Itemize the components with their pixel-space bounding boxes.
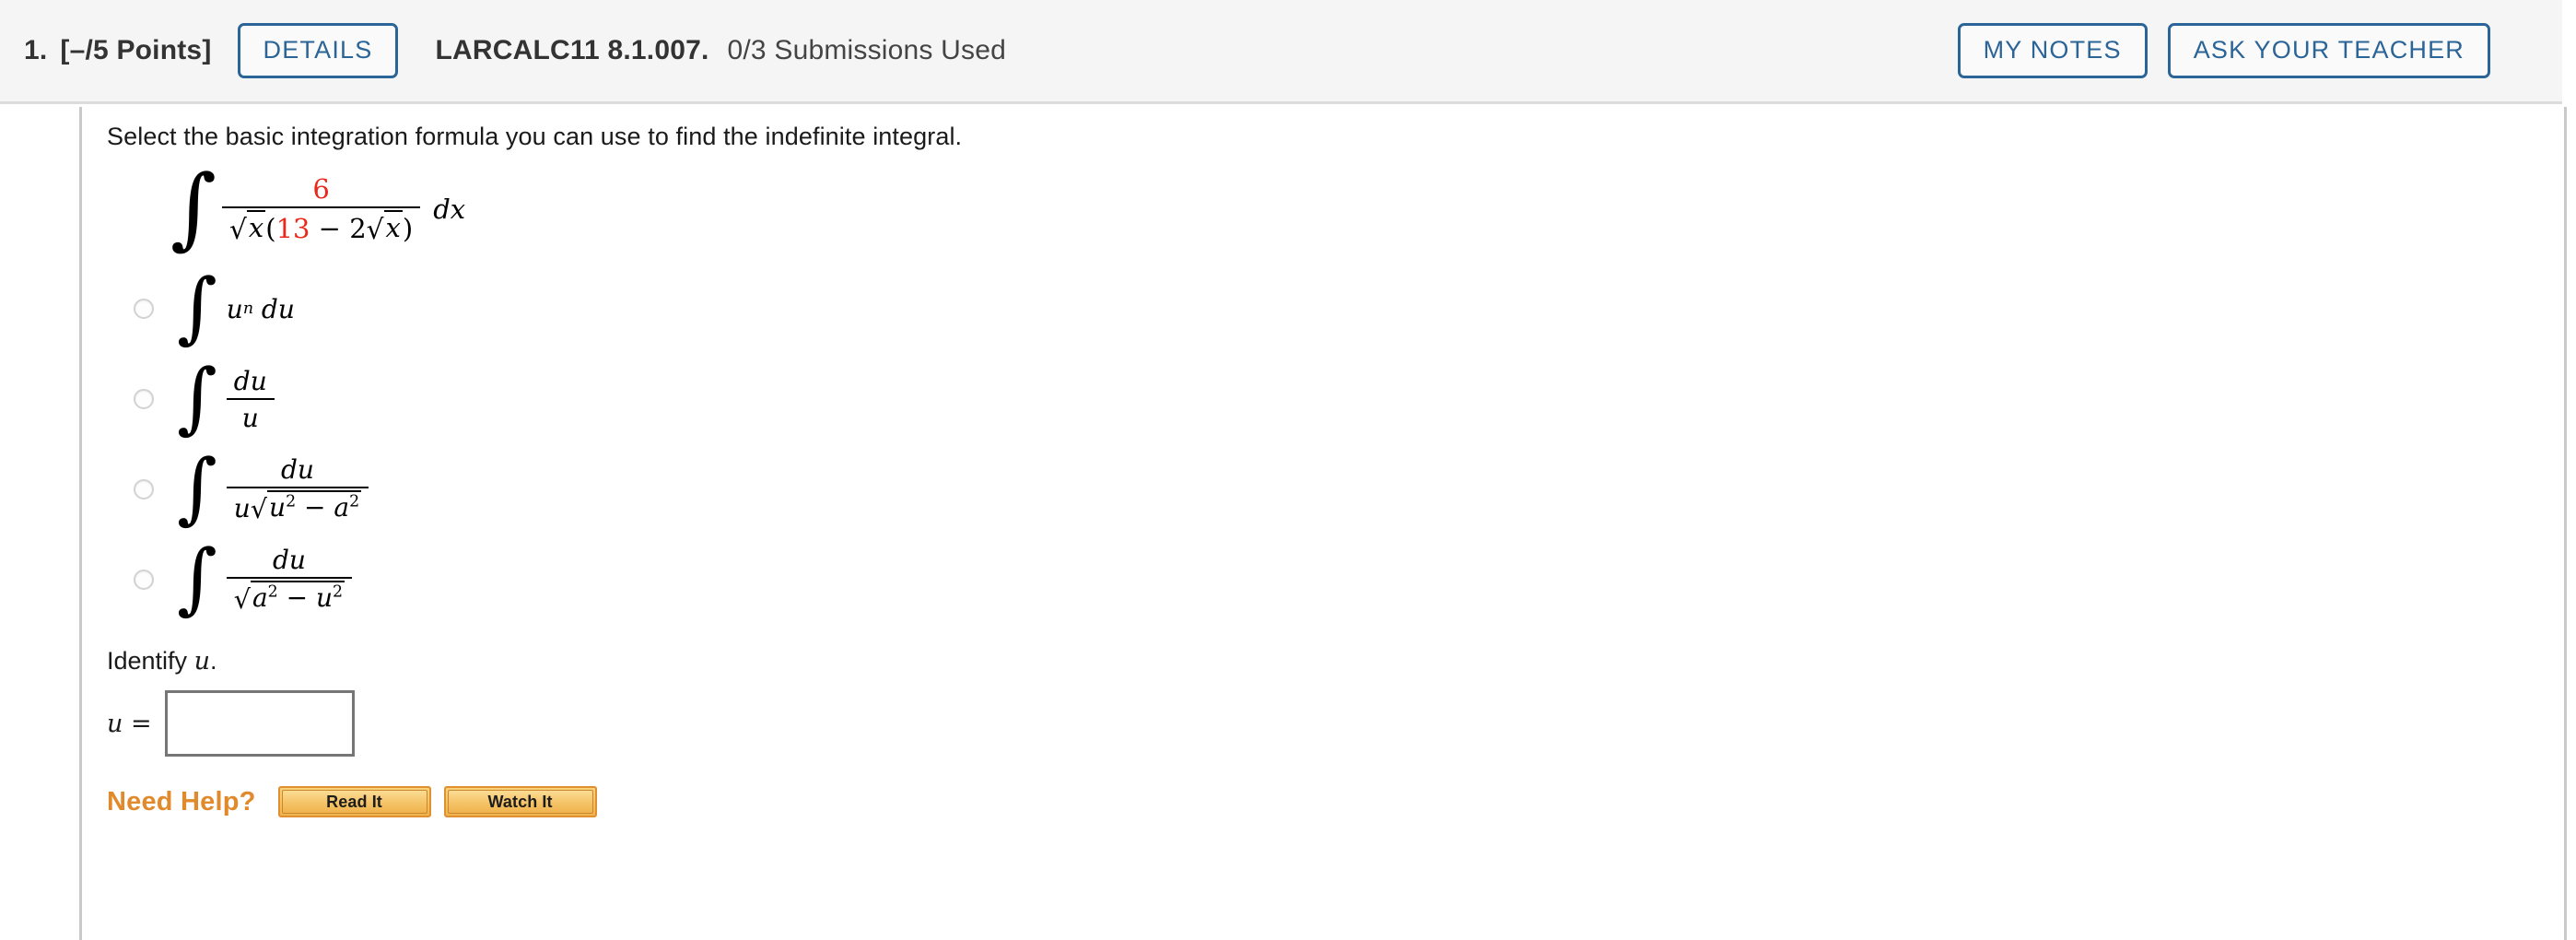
header-left-group: 1. [–/5 Points] DETAILS LARCALC11 8.1.00… xyxy=(0,23,1006,78)
points-label: [–/5 Points] xyxy=(60,35,212,65)
integrand-denominator: √x(13 − 2√x) xyxy=(222,206,421,245)
option-row[interactable]: ∫ du u xyxy=(107,352,2576,443)
radio-option-3[interactable] xyxy=(134,479,154,500)
denominator-coefficient: 2 xyxy=(349,213,367,245)
watch-it-button[interactable]: Watch It xyxy=(443,786,597,818)
need-help-section: Need Help? Read It Watch It xyxy=(107,786,2576,818)
question-prompt: Select the basic integration formula you… xyxy=(107,123,963,150)
identify-u-section: Identify u. u = xyxy=(107,647,2576,758)
option-row[interactable]: ∫ un du xyxy=(107,262,2576,353)
denominator-constant: 13 xyxy=(275,213,310,245)
identify-u-label: Identify u. xyxy=(107,647,2576,676)
integral-sign: ∫ xyxy=(177,442,217,534)
denominator-sqrt-x: x xyxy=(246,210,266,244)
option-row[interactable]: ∫ du √a2 − u2 xyxy=(107,533,2576,624)
integral-sign: ∫ xyxy=(177,262,217,353)
integrand-numerator: 6 xyxy=(312,173,330,205)
identify-label-text: Identify xyxy=(107,647,194,676)
option-3-formula: ∫ du u√u2 − a2 xyxy=(177,442,369,534)
denominator-sqrt-x2: x xyxy=(383,210,403,244)
differential-dx: dx xyxy=(433,194,466,226)
radio-option-4[interactable] xyxy=(134,570,154,591)
question-body: Select the basic integration formula you… xyxy=(107,107,2576,940)
problem-integral: ∫ 6 √x(13 − 2√x) dx xyxy=(170,156,2576,260)
integral-sign: ∫ xyxy=(170,156,217,260)
integral-sign: ∫ xyxy=(177,352,217,443)
submissions-used: 0/3 Submissions Used xyxy=(727,35,1006,65)
watch-it-label: Watch It xyxy=(487,792,553,811)
option-row[interactable]: ∫ du u√u2 − a2 xyxy=(107,442,2576,534)
need-help-label: Need Help? xyxy=(107,786,256,817)
u-value-input[interactable] xyxy=(164,690,355,758)
my-notes-button[interactable]: MY NOTES xyxy=(1957,23,2148,78)
question-number: 1. xyxy=(24,35,48,65)
details-button[interactable]: DETAILS xyxy=(237,23,399,78)
header-right-group: MY NOTES ASK YOUR TEACHER xyxy=(1957,23,2562,78)
left-divider xyxy=(79,107,82,940)
option-1-formula: ∫ un du xyxy=(177,262,295,353)
read-it-button[interactable]: Read It xyxy=(277,786,431,818)
integral-sign: ∫ xyxy=(177,533,217,624)
integrand-fraction: 6 √x(13 − 2√x) xyxy=(222,173,421,245)
read-it-label: Read It xyxy=(326,792,382,811)
u-input-row: u = xyxy=(107,690,2576,758)
radio-option-1[interactable] xyxy=(134,299,154,320)
option-4-formula: ∫ du √a2 − u2 xyxy=(177,533,353,624)
u-equals-label: u = xyxy=(107,709,152,738)
identify-label-var: u xyxy=(193,647,210,676)
question-header: 1. [–/5 Points] DETAILS LARCALC11 8.1.00… xyxy=(0,0,2562,104)
identify-label-period: . xyxy=(209,647,217,676)
answer-options: ∫ un du ∫ du u ∫ du u√u2 − a2 ∫ du √a2 −… xyxy=(107,262,2576,624)
assignment-code: LARCALC11 8.1.007. xyxy=(435,35,709,65)
ask-your-teacher-button[interactable]: ASK YOUR TEACHER xyxy=(2167,23,2490,78)
option-2-formula: ∫ du u xyxy=(177,352,275,443)
radio-option-2[interactable] xyxy=(134,389,154,410)
